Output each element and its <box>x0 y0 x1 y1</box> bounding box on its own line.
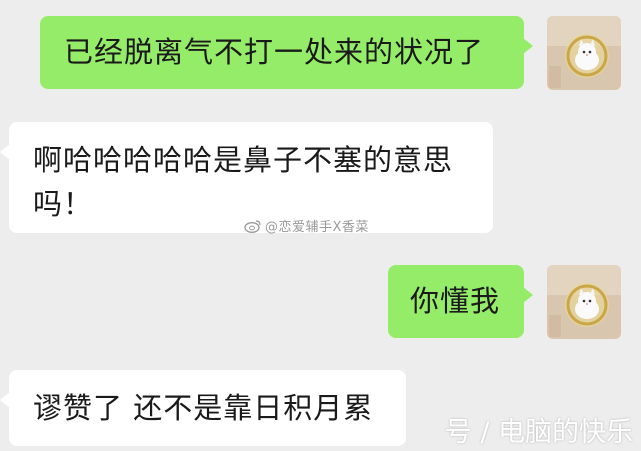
message-text: 已经脱离气不打一处来的状况了 <box>64 35 485 69</box>
weibo-logo-icon <box>244 220 261 233</box>
corner-watermark: 号 / 电脑的快乐 <box>445 410 633 449</box>
avatar[interactable] <box>547 16 621 90</box>
message-bubble-outgoing-2[interactable]: 你懂我 <box>388 265 533 338</box>
message-bubble-incoming-2[interactable]: 谬赞了 还不是靠日积月累 <box>0 370 406 446</box>
message-text: 谬赞了 还不是靠日积月累 <box>33 391 374 425</box>
message-text: 你懂我 <box>410 284 501 318</box>
avatar[interactable] <box>547 265 621 339</box>
message-text: 啊哈哈哈哈哈是鼻子不塞的意思吗！ <box>33 143 454 221</box>
cat-photo-avatar-icon <box>547 265 621 339</box>
cat-photo-avatar-icon <box>547 16 621 90</box>
message-bubble-outgoing-1[interactable]: 已经脱离气不打一处来的状况了 <box>40 16 533 89</box>
watermark-text: @恋爱辅手X香菜 <box>265 220 369 235</box>
weibo-watermark: @恋爱辅手X香菜 <box>244 216 369 235</box>
watermark-text: 号 / 电脑的快乐 <box>444 417 633 448</box>
